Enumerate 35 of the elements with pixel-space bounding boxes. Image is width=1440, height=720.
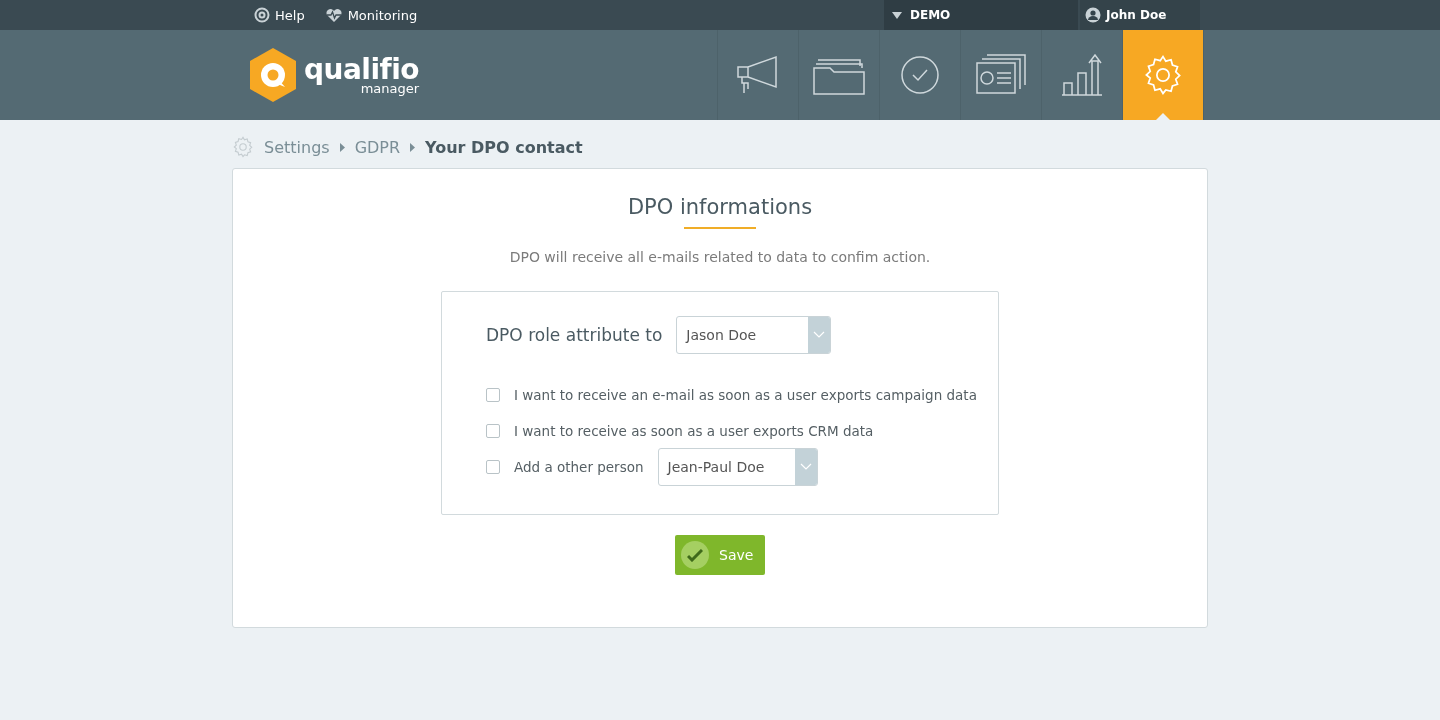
breadcrumb-link[interactable]: Your DPO contact [425, 137, 583, 157]
check-circle-icon [900, 55, 940, 95]
dpo-select[interactable]: Jason Doe [676, 316, 832, 354]
user-menu[interactable]: John Doe [1080, 0, 1200, 30]
caret-icon [410, 142, 416, 152]
nav-tab[interactable] [1123, 30, 1204, 120]
card-title: DPO informations [627, 195, 813, 219]
settings-icon [232, 136, 254, 158]
account-dropdown[interactable]: DEMO [884, 0, 1078, 30]
logo-name: qualifio [304, 55, 420, 84]
person-select[interactable]: Jean-Paul Doe [657, 448, 818, 486]
heart-pulse-icon [324, 7, 343, 23]
id-cards-icon [975, 53, 1027, 97]
top-link[interactable]: Monitoring [324, 0, 418, 30]
user-icon [1085, 7, 1101, 23]
option-label: Add a other person [514, 459, 644, 475]
caret-icon [892, 11, 902, 19]
caret-icon [339, 142, 345, 152]
logo-icon [248, 47, 298, 103]
chevron-down-icon [813, 331, 826, 339]
option-label: I want to receive as soon as a user exports CRM data [514, 423, 874, 439]
logo-subtitle: manager [360, 81, 420, 95]
option-label: I want to receive an e-mail as soon as a user exports campaign data [514, 387, 977, 403]
chevron-down-icon [799, 463, 812, 471]
check-icon [687, 548, 703, 562]
checkbox[interactable] [486, 388, 500, 402]
bar-chart-icon [1060, 53, 1104, 97]
checkbox[interactable] [486, 424, 500, 438]
lifebuoy-icon [254, 7, 270, 23]
role-label: DPO role attribute to [486, 325, 663, 345]
tab-pointer [1155, 113, 1171, 121]
top-link[interactable]: Help [254, 0, 305, 30]
checkbox[interactable] [486, 460, 500, 474]
megaphone-icon [736, 55, 780, 95]
card-description: DPO will receive all e-mails related to data to confim action. [509, 249, 931, 265]
